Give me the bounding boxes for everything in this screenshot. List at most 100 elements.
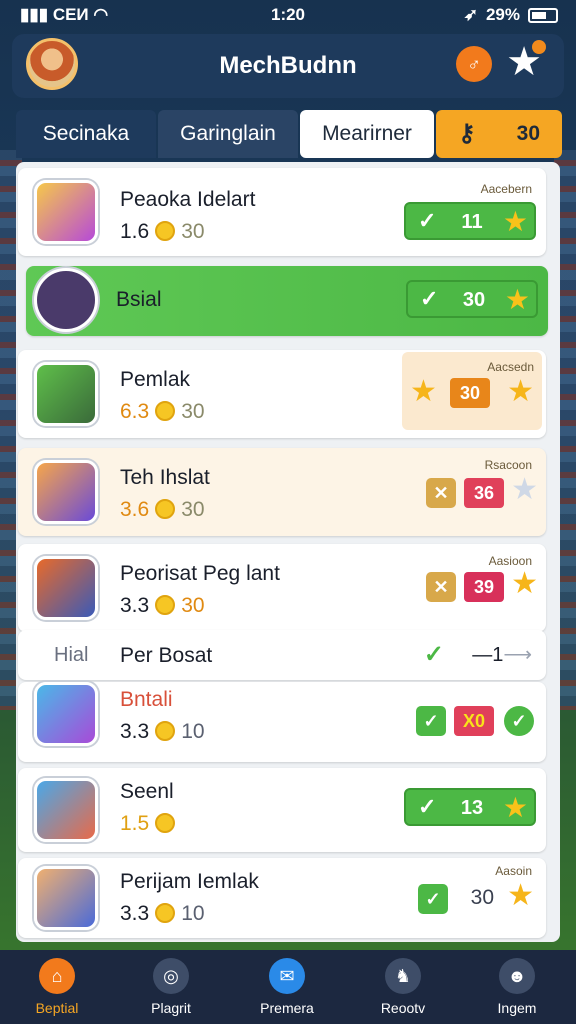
player-avatar <box>34 556 98 620</box>
coin-value: 10 <box>181 720 205 743</box>
badge-value: 30 <box>450 378 490 408</box>
list-item[interactable]: Peaoka Idelart 1.6 30 Aacebern ✓ 11 ★ <box>18 168 546 256</box>
row-tag: Rsacoon <box>484 458 532 472</box>
row-tag: Aacsedn <box>487 360 534 374</box>
pet-icon: ♞ <box>385 958 421 994</box>
list-item-highlighted[interactable]: Bsial ✓ 30 ★ <box>26 266 548 336</box>
status-badge[interactable]: ✓ 13 ★ <box>404 788 536 826</box>
star-outline-icon: ★ <box>511 473 538 506</box>
player-name: Pemlak <box>120 368 191 391</box>
nav-plagrit[interactable]: ◎ Plagrit <box>116 958 226 1016</box>
player-name: Seenl <box>120 780 174 803</box>
tab-secinaka[interactable]: Secinaka <box>16 110 156 158</box>
star-icon: ★ <box>511 567 538 600</box>
badge-value: 13 <box>460 797 484 819</box>
nav-premera[interactable]: ✉ Premera <box>232 958 342 1016</box>
player-name: Perijam Iemlak <box>120 870 259 893</box>
coin-icon <box>155 221 176 241</box>
badge-value: 30 <box>462 289 486 311</box>
key-icon: ⚷ <box>458 120 476 147</box>
star-icon: ★ <box>502 206 528 237</box>
nav-ingem[interactable]: ☻ Ingem <box>462 958 572 1016</box>
coin-icon <box>155 499 176 519</box>
player-score: 3.3 30 <box>120 594 205 618</box>
star-icon: ★ <box>502 792 528 823</box>
coin-value: 10 <box>181 902 205 925</box>
check-icon: ✓ <box>418 208 437 233</box>
currency-tab[interactable]: ⚷ 30 <box>436 110 562 158</box>
score-value: 3.3 <box>120 720 150 743</box>
player-score: 3.6 30 <box>120 498 205 522</box>
row-tag: Aacebern <box>480 182 532 196</box>
favorites-star-icon[interactable]: ★ <box>502 40 546 84</box>
check-box-icon: ✓ <box>416 706 446 736</box>
list-item[interactable]: Hial Per Bosat ✓ —1⟶ <box>18 630 546 680</box>
status-bar: ▮▮▮ CEИ ◠ 1:20 ➶ 29% <box>0 0 576 30</box>
list-item[interactable]: Teh Ihslat 3.6 30 Rsacoon ✕ 36 ★ <box>18 448 546 536</box>
bottom-nav: ⌂ Beptial ◎ Plagrit ✉ Premera ♞ Reootv ☻ Inge… <box>0 950 576 1024</box>
notification-icon[interactable]: ♂ <box>456 46 492 82</box>
star-icon: ★ <box>507 375 534 408</box>
player-score: 3.3 10 <box>120 720 205 744</box>
player-avatar <box>34 268 98 332</box>
side-label: Hial <box>54 644 89 666</box>
chat-icon: ✉ <box>269 958 305 994</box>
arrow-right-icon: ⟶ <box>503 644 532 666</box>
list-item[interactable]: Perijam Iemlak 3.3 10 Aasoin ✓ 30 ★ <box>18 858 546 938</box>
score-value: 1.6 <box>120 220 150 243</box>
player-name: Per Bosat <box>120 644 213 667</box>
player-name: Bsial <box>116 288 162 311</box>
status-badge[interactable]: ✓ 11 ★ <box>404 202 536 240</box>
check-icon: ✓ <box>423 641 444 668</box>
tab-mearirner[interactable]: Mearirner <box>300 110 434 158</box>
player-score: 3.3 10 <box>120 902 205 926</box>
arrow-value: 1 <box>492 644 504 666</box>
list-item[interactable]: Peorisat Peg lant 3.3 30 Aasioon ✕ 39 ★ <box>18 544 546 632</box>
list-item[interactable]: Bntali 3.3 10 ✓ X0 ✓ <box>18 682 546 762</box>
location-icon: ➶ <box>463 5 478 24</box>
player-name: Teh Ihslat <box>120 466 210 489</box>
badge-value: 11 <box>461 211 483 233</box>
score-value: 3.6 <box>120 498 150 521</box>
player-avatar <box>34 460 98 524</box>
player-avatar <box>34 180 98 244</box>
player-name: Peaoka Idelart <box>120 188 256 211</box>
crossed-box-icon: ✕ <box>426 572 456 602</box>
app-header: MechBudnn ♂ ★ <box>12 34 564 98</box>
player-score: 1.6 30 <box>120 220 205 244</box>
row-tag: Aasoin <box>495 864 532 878</box>
tab-garinglain[interactable]: Garinglain <box>158 110 298 158</box>
list-item[interactable]: Pemlak 6.3 30 Aacsedn ★ 30 ★ <box>18 350 546 438</box>
nav-label: Beptial <box>35 1000 79 1016</box>
profile-icon: ☻ <box>499 958 535 994</box>
list-item[interactable]: Seenl 1.5 ✓ 13 ★ <box>18 768 546 852</box>
badge-value: 36 <box>464 478 504 508</box>
nav-reootv[interactable]: ♞ Reootv <box>348 958 458 1016</box>
check-circle-icon: ✓ <box>504 706 534 736</box>
coin-value: 30 <box>181 220 205 243</box>
check-icon: ✓ <box>418 794 437 819</box>
score-value: 3.3 <box>120 594 150 617</box>
player-score: 6.3 30 <box>120 400 205 424</box>
crossed-box-icon: ✕ <box>426 478 456 508</box>
tab-bar: Secinaka Garinglain Mearirner ⚷ 30 <box>16 110 562 158</box>
leaderboard-panel: Peaoka Idelart 1.6 30 Aacebern ✓ 11 ★ Bsial… <box>16 162 560 942</box>
player-avatar <box>34 682 98 746</box>
player-avatar <box>34 866 98 930</box>
coin-icon <box>155 813 176 833</box>
badge-value: 39 <box>464 572 504 602</box>
rank-box: Aacsedn ★ 30 ★ <box>402 352 542 430</box>
status-badge[interactable]: ✓ 30 ★ <box>406 280 538 318</box>
badge-value: X0 <box>454 706 494 736</box>
star-icon: ★ <box>507 879 534 912</box>
currency-value: 30 <box>516 122 540 145</box>
player-score: 1.5 <box>120 812 181 836</box>
battery-icon <box>528 7 558 23</box>
score-value: 6.3 <box>120 400 150 423</box>
nav-beptial[interactable]: ⌂ Beptial <box>2 958 112 1016</box>
nav-label: Ingem <box>497 1000 537 1016</box>
star-icon: ★ <box>504 284 530 315</box>
score-value: 3.3 <box>120 902 150 925</box>
coin-icon <box>155 401 176 421</box>
player-avatar <box>34 778 98 842</box>
